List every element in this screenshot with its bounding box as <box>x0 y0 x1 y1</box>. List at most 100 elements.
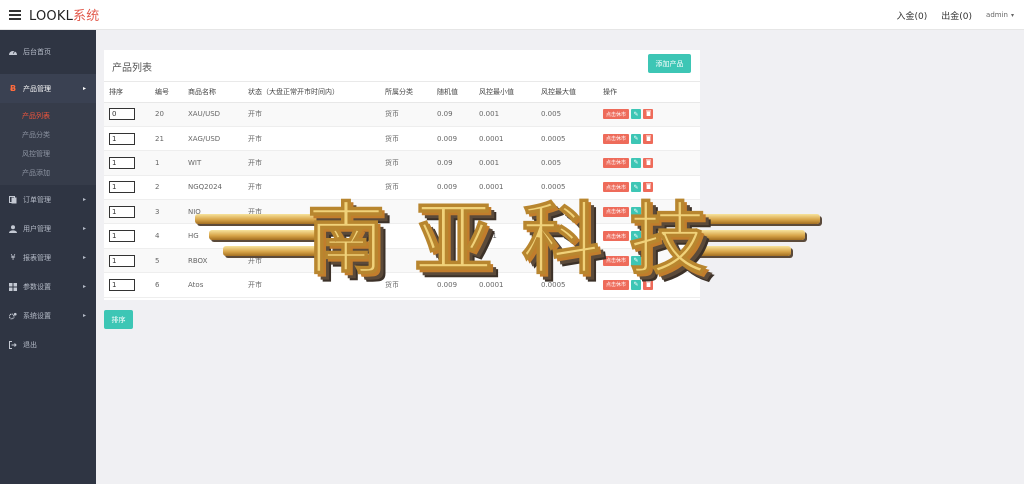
delete-button[interactable] <box>643 231 654 242</box>
order-input[interactable] <box>109 132 135 145</box>
add-product-button[interactable]: 添加产品 <box>648 54 691 73</box>
edit-button[interactable]: ✎ <box>631 206 642 217</box>
cell-name: XAG/USD <box>188 126 248 152</box>
cell-random: 0.009 <box>437 175 479 201</box>
cell-id: 3 <box>155 199 188 225</box>
sidebar-item-users[interactable]: 用户管理 ▸ <box>0 214 96 243</box>
withdraw-link[interactable]: 出金(0) <box>941 9 972 22</box>
row-actions: 点击休市 ✎ <box>603 133 700 144</box>
col-header-category: 所属分类 <box>385 82 437 103</box>
cell-risk-max <box>541 248 603 274</box>
pencil-icon: ✎ <box>633 136 639 143</box>
user-name: admin <box>986 11 1008 19</box>
delete-button[interactable] <box>643 133 654 144</box>
sidebar-subitem-risk-control[interactable]: 风控管理 <box>0 144 96 163</box>
close-market-button[interactable]: 点击休市 <box>603 231 630 242</box>
cell-risk-max: 0.0005 <box>541 175 603 201</box>
order-input[interactable] <box>109 181 135 194</box>
close-market-button[interactable]: 点击休市 <box>603 255 630 266</box>
page-title: 产品列表 <box>112 63 152 74</box>
cell-category <box>385 248 437 274</box>
edit-button[interactable]: ✎ <box>631 182 642 193</box>
yen-icon: ¥ <box>10 253 16 262</box>
app-brand: LOOKL系统 <box>29 5 99 24</box>
cell-risk-min: 0.0001 <box>479 272 541 298</box>
cell-random: 0.09 <box>437 102 479 127</box>
sidebar-item-label: 报表管理 <box>23 253 51 262</box>
sidebar-item-orders[interactable]: 订单管理 ▸ <box>0 185 96 214</box>
close-market-button[interactable]: 点击休市 <box>603 206 630 217</box>
cell-status: 开市 <box>248 102 385 127</box>
sidebar-item-logout[interactable]: 退出 <box>0 330 96 359</box>
close-market-button[interactable]: 点击休市 <box>603 157 630 168</box>
cell-risk-min: 0001 <box>479 223 541 249</box>
delete-button[interactable] <box>643 182 654 193</box>
edit-button[interactable]: ✎ <box>631 109 642 120</box>
cell-id: 20 <box>155 102 188 127</box>
pencil-icon: ✎ <box>633 282 639 289</box>
close-market-button[interactable]: 点击休市 <box>603 279 630 290</box>
order-input[interactable] <box>109 254 135 267</box>
sidebar-item-params[interactable]: 参数设置 ▸ <box>0 272 96 301</box>
close-market-button[interactable]: 点击休市 <box>603 109 630 120</box>
hamburger-menu-icon[interactable] <box>9 9 21 20</box>
sidebar-item-dashboard[interactable]: 后台首页 <box>0 37 96 66</box>
order-input[interactable] <box>109 278 135 291</box>
sidebar-item-reports[interactable]: ¥ 报表管理 ▸ <box>0 243 96 272</box>
trash-icon <box>645 159 651 167</box>
edit-button[interactable]: ✎ <box>631 231 642 242</box>
cell-risk-max <box>541 223 603 249</box>
row-actions: 点击休市 ✎ <box>603 157 700 168</box>
brand-main: LOOKL <box>29 9 74 24</box>
delete-button[interactable] <box>643 109 654 120</box>
sort-button[interactable]: 排序 <box>104 310 133 329</box>
sidebar-item-system[interactable]: 系统设置 ▸ <box>0 301 96 330</box>
delete-button[interactable] <box>643 157 654 168</box>
order-input[interactable] <box>109 230 135 243</box>
row-actions: 点击休市 ✎ <box>603 182 700 193</box>
order-input[interactable] <box>109 205 135 218</box>
sidebar-item-products[interactable]: Ƀ 产品管理 ▸ <box>0 74 96 103</box>
cell-risk-max: 0.005 <box>541 102 603 127</box>
cell-status: 开市 <box>248 126 385 152</box>
edit-button[interactable]: ✎ <box>631 279 642 290</box>
order-input[interactable] <box>109 108 135 121</box>
cell-status: 开市 <box>248 248 385 274</box>
edit-button[interactable]: ✎ <box>631 157 642 168</box>
sidebar-subitem-product-list[interactable]: 产品列表 <box>0 106 96 125</box>
row-actions: 点击休市 ✎ <box>603 231 700 242</box>
sidebar-item-label: 退出 <box>23 340 37 349</box>
cell-risk-min <box>479 199 541 225</box>
cell-id: 1 <box>155 150 188 176</box>
top-bar: LOOKL系统 入金(0) 出金(0) admin ▾ <box>0 0 1024 30</box>
close-market-button[interactable]: 点击休市 <box>603 182 630 193</box>
table-row: 4 HG 0001 点击休市 ✎ <box>104 223 700 249</box>
delete-button[interactable] <box>643 255 654 266</box>
chevron-right-icon: ▸ <box>82 225 86 232</box>
pencil-icon: ✎ <box>633 160 639 167</box>
sidebar-subitem-product-add[interactable]: 产品添加 <box>0 163 96 182</box>
trash-icon <box>645 135 651 143</box>
bitcoin-icon: Ƀ <box>9 84 17 93</box>
close-market-button[interactable]: 点击休市 <box>603 133 630 144</box>
edit-button[interactable]: ✎ <box>631 133 642 144</box>
delete-button[interactable] <box>643 206 654 217</box>
sidebar-subitem-product-category[interactable]: 产品分类 <box>0 125 96 144</box>
table-header-row: 排序 编号 商品名称 状态（大盘正常开市时间内） 所属分类 随机值 风控最小值 … <box>104 82 700 103</box>
edit-button[interactable]: ✎ <box>631 255 642 266</box>
order-input[interactable] <box>109 156 135 169</box>
pencil-icon: ✎ <box>633 111 639 118</box>
dashboard-icon <box>9 48 17 56</box>
cell-name: XAU/USD <box>188 102 248 127</box>
cell-category: 货币 <box>385 150 437 176</box>
pencil-icon: ✎ <box>633 209 639 216</box>
pencil-icon: ✎ <box>633 258 639 265</box>
pencil-icon: ✎ <box>633 184 639 191</box>
sidebar-item-label: 参数设置 <box>23 282 51 291</box>
deposit-link[interactable]: 入金(0) <box>897 9 928 22</box>
delete-button[interactable] <box>643 279 654 290</box>
cell-id: 6 <box>155 272 188 298</box>
row-actions: 点击休市 ✎ <box>603 255 700 266</box>
user-menu[interactable]: admin ▾ <box>986 11 1014 19</box>
cell-status: 开市 <box>248 175 385 201</box>
